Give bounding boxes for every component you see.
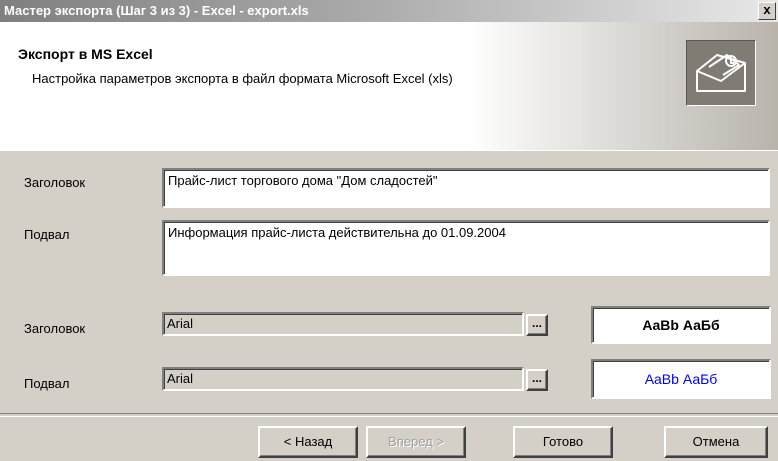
window-title: Мастер экспорта (Шаг 3 из 3) - Excel - e… (4, 3, 309, 18)
header-font-picker-button[interactable]: ... (526, 314, 548, 336)
next-button[interactable]: Вперед > (366, 426, 466, 458)
wizard-step-title: Экспорт в MS Excel (18, 46, 153, 62)
footer-text-label: Подвал (24, 227, 70, 242)
finish-button[interactable]: Готово (513, 426, 613, 458)
footer-divider (0, 413, 778, 417)
wizard-header (0, 22, 778, 151)
footer-font-label: Подвал (24, 376, 70, 391)
back-button[interactable]: < Назад (258, 426, 358, 458)
header-font-label: Заголовок (24, 321, 86, 336)
cancel-button[interactable]: Отмена (664, 426, 768, 458)
header-divider (0, 150, 778, 151)
close-button[interactable]: x (758, 2, 776, 20)
wizard-step-description: Настройка параметров экспорта в файл фор… (32, 71, 453, 86)
envelope-export-icon (686, 40, 756, 106)
footer-font-preview: AaBb АаБб (591, 359, 771, 399)
header-font-preview: AaBb АаБб (591, 306, 771, 344)
header-text-input[interactable]: Прайс-лист торгового дома "Дом сладостей… (162, 168, 770, 208)
footer-font-field[interactable]: Arial (162, 367, 524, 391)
header-font-field[interactable]: Arial (162, 312, 524, 336)
footer-text-input[interactable]: Информация прайс-листа действительна до … (162, 220, 770, 276)
footer-font-picker-button[interactable]: ... (526, 369, 548, 391)
header-text-label: Заголовок (24, 175, 86, 190)
title-bar: Мастер экспорта (Шаг 3 из 3) - Excel - e… (0, 0, 778, 22)
